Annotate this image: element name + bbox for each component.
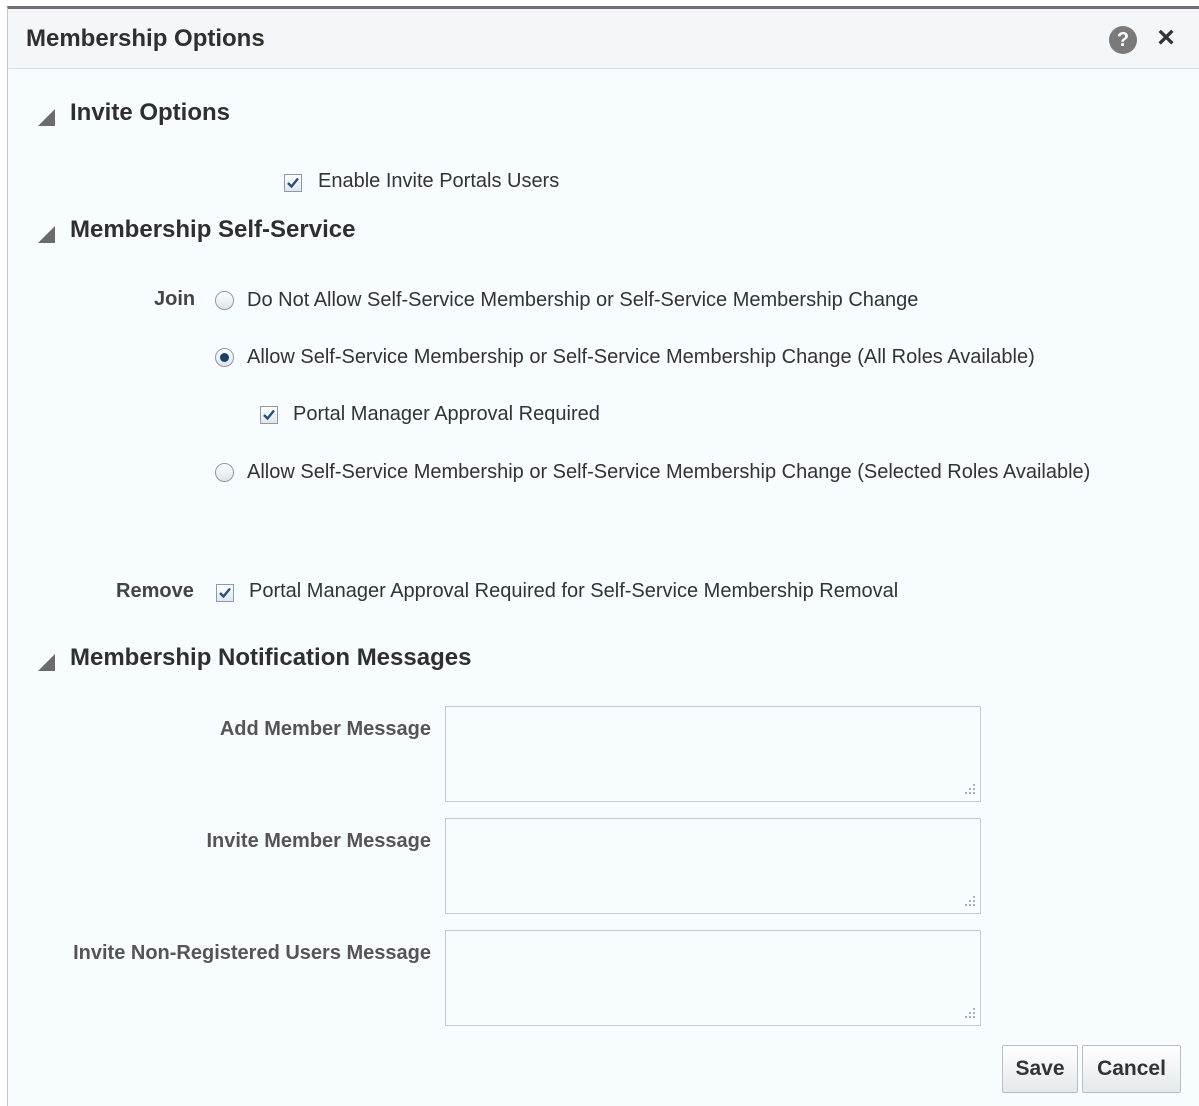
section-title: Membership Notification Messages <box>70 644 472 671</box>
resize-grip-icon[interactable] <box>961 1006 977 1022</box>
dialog-title-bar: Membership Options ? × <box>8 9 1199 69</box>
join-label: Join <box>154 288 196 310</box>
join-option-not-allow-label[interactable]: Do Not Allow Self-Service Membership or … <box>247 289 918 312</box>
invite-member-message-label: Invite Member Message <box>206 830 431 852</box>
collapse-triangle-icon[interactable] <box>38 654 55 671</box>
enable-invite-checkbox[interactable] <box>284 174 302 192</box>
cancel-button[interactable]: Cancel <box>1082 1045 1181 1093</box>
save-button[interactable]: Save <box>1002 1045 1078 1093</box>
enable-invite-label[interactable]: Enable Invite Portals Users <box>318 170 559 193</box>
section-title: Membership Self-Service <box>70 216 356 243</box>
radio-selected-dot <box>220 353 229 362</box>
section-title: Invite Options <box>70 99 231 126</box>
resize-grip-icon[interactable] <box>961 894 977 910</box>
add-member-message-label: Add Member Message <box>219 718 431 740</box>
join-option-not-allow-radio[interactable] <box>215 291 234 310</box>
collapse-triangle-icon[interactable] <box>38 109 55 126</box>
join-option-all-roles-radio[interactable] <box>215 348 234 367</box>
checkmark-icon <box>287 177 299 189</box>
checkmark-icon <box>263 409 275 421</box>
resize-grip-icon[interactable] <box>961 782 977 798</box>
help-icon[interactable]: ? <box>1109 26 1137 54</box>
removal-approval-checkbox[interactable] <box>216 584 234 602</box>
membership-options-dialog: Membership Options ? × Invite Options En… <box>7 6 1199 1106</box>
portal-manager-approval-label[interactable]: Portal Manager Approval Required <box>293 403 600 426</box>
portal-manager-approval-checkbox[interactable] <box>260 406 278 424</box>
join-option-selected-roles-radio[interactable] <box>215 463 234 482</box>
collapse-triangle-icon[interactable] <box>38 226 55 243</box>
remove-label: Remove <box>116 580 194 602</box>
join-option-selected-roles-label[interactable]: Allow Self-Service Membership or Self-Se… <box>247 461 1090 484</box>
checkmark-icon <box>219 587 231 599</box>
invite-member-message-input[interactable] <box>445 818 981 914</box>
close-icon[interactable]: × <box>1154 23 1178 53</box>
invite-non-registered-message-label: Invite Non-Registered Users Message <box>73 942 431 964</box>
join-option-all-roles-label[interactable]: Allow Self-Service Membership or Self-Se… <box>247 346 1035 369</box>
invite-non-registered-message-input[interactable] <box>445 930 981 1026</box>
dialog-title: Membership Options <box>26 25 265 52</box>
removal-approval-label[interactable]: Portal Manager Approval Required for Sel… <box>249 580 898 603</box>
add-member-message-input[interactable] <box>445 706 981 802</box>
